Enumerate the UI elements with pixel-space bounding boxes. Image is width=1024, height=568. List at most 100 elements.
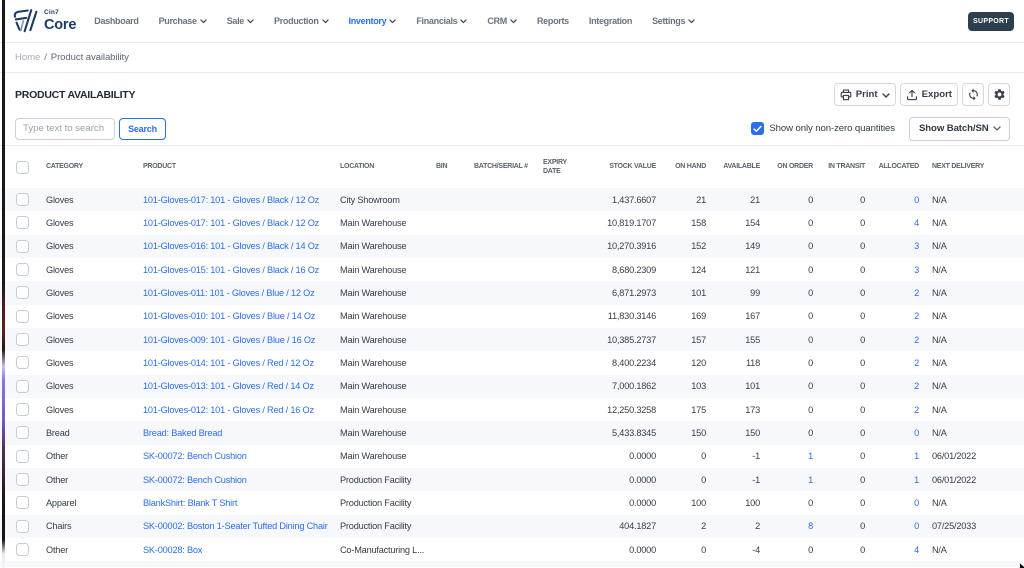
cell-value-on_order[interactable]: 1	[808, 451, 813, 461]
cell-value-allocated[interactable]: 0	[914, 428, 919, 438]
header-cell-in_transit[interactable]: IN TRANSIT	[817, 146, 869, 188]
breadcrumb-home-link[interactable]: Home	[15, 52, 40, 63]
header-cell-product[interactable]: PRODUCT	[140, 146, 337, 188]
column-header-on_order[interactable]: ON ORDER	[777, 162, 813, 171]
column-header-product[interactable]: PRODUCT	[143, 162, 176, 171]
nav-item-sale[interactable]: Sale	[227, 16, 254, 26]
column-header-allocated[interactable]: ALLOCATED	[879, 162, 920, 171]
header-cell-next_delivery[interactable]: NEXT DELIVERY	[923, 146, 1024, 188]
cell-value-on_order[interactable]: 1	[808, 475, 813, 485]
row-checkbox[interactable]	[16, 473, 29, 487]
nav-item-purchase[interactable]: Purchase	[159, 16, 207, 26]
header-cell-on_order[interactable]: ON ORDER	[764, 146, 817, 188]
cell-value-product[interactable]: 101-Gloves-012: 101 - Gloves / Red / 16 …	[143, 405, 314, 415]
select-all-checkbox[interactable]	[16, 160, 29, 174]
column-header-available[interactable]: AVAILABLE	[723, 162, 760, 171]
column-header-on_hand[interactable]: ON HAND	[675, 162, 706, 171]
cell-value-product[interactable]: 101-Gloves-017: 101 - Gloves / Black / 1…	[143, 218, 319, 228]
column-header-next_delivery[interactable]: NEXT DELIVERY	[932, 162, 984, 171]
nav-item-reports[interactable]: Reports	[537, 16, 569, 26]
cell-value-product[interactable]: SK-00072: Bench Cushion	[143, 451, 247, 461]
column-header-bin[interactable]: BIN	[436, 162, 448, 171]
cin7-core-logo[interactable]: Cin7 Core	[12, 8, 76, 34]
cell-value-product[interactable]: SK-00002: Boston 1-Seater Tufted Dining …	[143, 521, 328, 531]
header-cell-allocated[interactable]: ALLOCATED	[869, 146, 923, 188]
header-cell-location[interactable]: LOCATION	[337, 146, 433, 188]
row-checkbox[interactable]	[16, 193, 29, 207]
header-cell-category[interactable]: CATEGORY	[40, 146, 140, 188]
nav-item-production[interactable]: Production	[274, 16, 329, 26]
header-cell-bin[interactable]: BIN	[433, 146, 471, 188]
row-checkbox[interactable]	[16, 543, 29, 557]
row-checkbox[interactable]	[16, 263, 29, 277]
row-checkbox[interactable]	[16, 496, 29, 510]
column-header-location[interactable]: LOCATION	[340, 162, 374, 171]
cell-value-product[interactable]: SK-00028: Box	[143, 545, 202, 555]
cell-value-product[interactable]: 101-Gloves-017: 101 - Gloves / Black / 1…	[143, 195, 319, 205]
header-cell-available[interactable]: AVAILABLE	[710, 146, 764, 188]
search-button[interactable]: Search	[119, 117, 166, 140]
row-checkbox[interactable]	[16, 426, 29, 440]
cell-value-allocated[interactable]: 1	[914, 475, 919, 485]
row-checkbox[interactable]	[16, 309, 29, 323]
cell-value-allocated[interactable]: 2	[914, 405, 919, 415]
cell-value-product[interactable]: 101-Gloves-015: 101 - Gloves / Black / 1…	[143, 265, 319, 275]
cell-value-allocated[interactable]: 1	[914, 451, 919, 461]
column-header-batch_serial[interactable]: BATCH/SERIAL #	[474, 162, 528, 171]
settings-button[interactable]	[988, 83, 1010, 106]
nav-item-settings[interactable]: Settings	[652, 16, 695, 26]
nav-item-integration[interactable]: Integration	[589, 16, 633, 26]
refresh-button[interactable]	[962, 83, 984, 106]
cell-value-allocated[interactable]: 2	[914, 311, 919, 321]
cell-value-allocated[interactable]: 4	[914, 218, 919, 228]
cell-value-product[interactable]: BlankShirt: Blank T Shirt	[143, 498, 237, 508]
nav-item-crm[interactable]: CRM	[487, 16, 517, 26]
cell-stock_value: 7,000.1862	[604, 375, 660, 398]
batch-sn-dropdown[interactable]: Show Batch/SN	[909, 116, 1010, 141]
row-checkbox[interactable]	[16, 356, 29, 370]
cell-value-allocated[interactable]: 3	[914, 265, 919, 275]
column-header-category[interactable]: CATEGORY	[46, 162, 83, 171]
support-button[interactable]: SUPPORT	[968, 11, 1014, 31]
row-checkbox[interactable]	[16, 449, 29, 463]
cell-value-allocated[interactable]: 2	[914, 358, 919, 368]
cell-value-product[interactable]: SK-00072: Bench Cushion	[143, 475, 247, 485]
search-input[interactable]	[15, 117, 115, 140]
export-button[interactable]: Export	[899, 83, 958, 106]
row-checkbox[interactable]	[16, 379, 29, 393]
column-header-in_transit[interactable]: IN TRANSIT	[828, 162, 865, 171]
cell-value-product[interactable]: 101-Gloves-014: 101 - Gloves / Red / 12 …	[143, 358, 314, 368]
cell-value-product[interactable]: Bread: Baked Bread	[143, 428, 222, 438]
row-checkbox[interactable]	[16, 239, 29, 253]
row-checkbox[interactable]	[16, 403, 29, 417]
cell-value-product[interactable]: 101-Gloves-011: 101 - Gloves / Blue / 12…	[143, 288, 315, 298]
nav-item-financials[interactable]: Financials	[416, 16, 468, 26]
header-cell-on_hand[interactable]: ON HAND	[660, 146, 710, 188]
header-cell-expiry_date[interactable]: EXPIRY DATE	[540, 146, 604, 188]
nav-item-dashboard[interactable]: Dashboard	[94, 16, 139, 26]
print-button[interactable]: Print	[833, 83, 896, 106]
cell-value-on_order[interactable]: 8	[808, 521, 813, 531]
cell-value-allocated[interactable]: 0	[914, 498, 919, 508]
cell-value-product[interactable]: 101-Gloves-010: 101 - Gloves / Blue / 14…	[143, 311, 315, 321]
row-checkbox[interactable]	[16, 333, 29, 347]
row-checkbox[interactable]	[16, 519, 29, 533]
cell-value-allocated[interactable]: 0	[914, 195, 919, 205]
cell-value-allocated[interactable]: 0	[914, 521, 919, 531]
cell-value-allocated[interactable]: 2	[914, 288, 919, 298]
column-header-expiry_date[interactable]: EXPIRY DATE	[543, 158, 573, 176]
cell-value-product[interactable]: 101-Gloves-009: 101 - Gloves / Blue / 16…	[143, 335, 315, 345]
header-cell-batch_serial[interactable]: BATCH/SERIAL #	[471, 146, 540, 188]
cell-value-product[interactable]: 101-Gloves-013: 101 - Gloves / Red / 14 …	[143, 381, 314, 391]
nonzero-checkbox[interactable]	[751, 122, 765, 135]
header-cell-stock_value[interactable]: STOCK VALUE	[604, 146, 660, 188]
cell-value-allocated[interactable]: 4	[914, 545, 919, 555]
cell-value-product[interactable]: 101-Gloves-016: 101 - Gloves / Black / 1…	[143, 241, 319, 251]
row-checkbox[interactable]	[16, 286, 29, 300]
nav-item-inventory[interactable]: Inventory	[349, 16, 397, 26]
row-checkbox[interactable]	[16, 216, 29, 230]
cell-value-allocated[interactable]: 3	[914, 241, 919, 251]
cell-value-allocated[interactable]: 2	[914, 335, 919, 345]
column-header-stock_value[interactable]: STOCK VALUE	[609, 162, 656, 171]
cell-value-allocated[interactable]: 2	[914, 381, 919, 391]
